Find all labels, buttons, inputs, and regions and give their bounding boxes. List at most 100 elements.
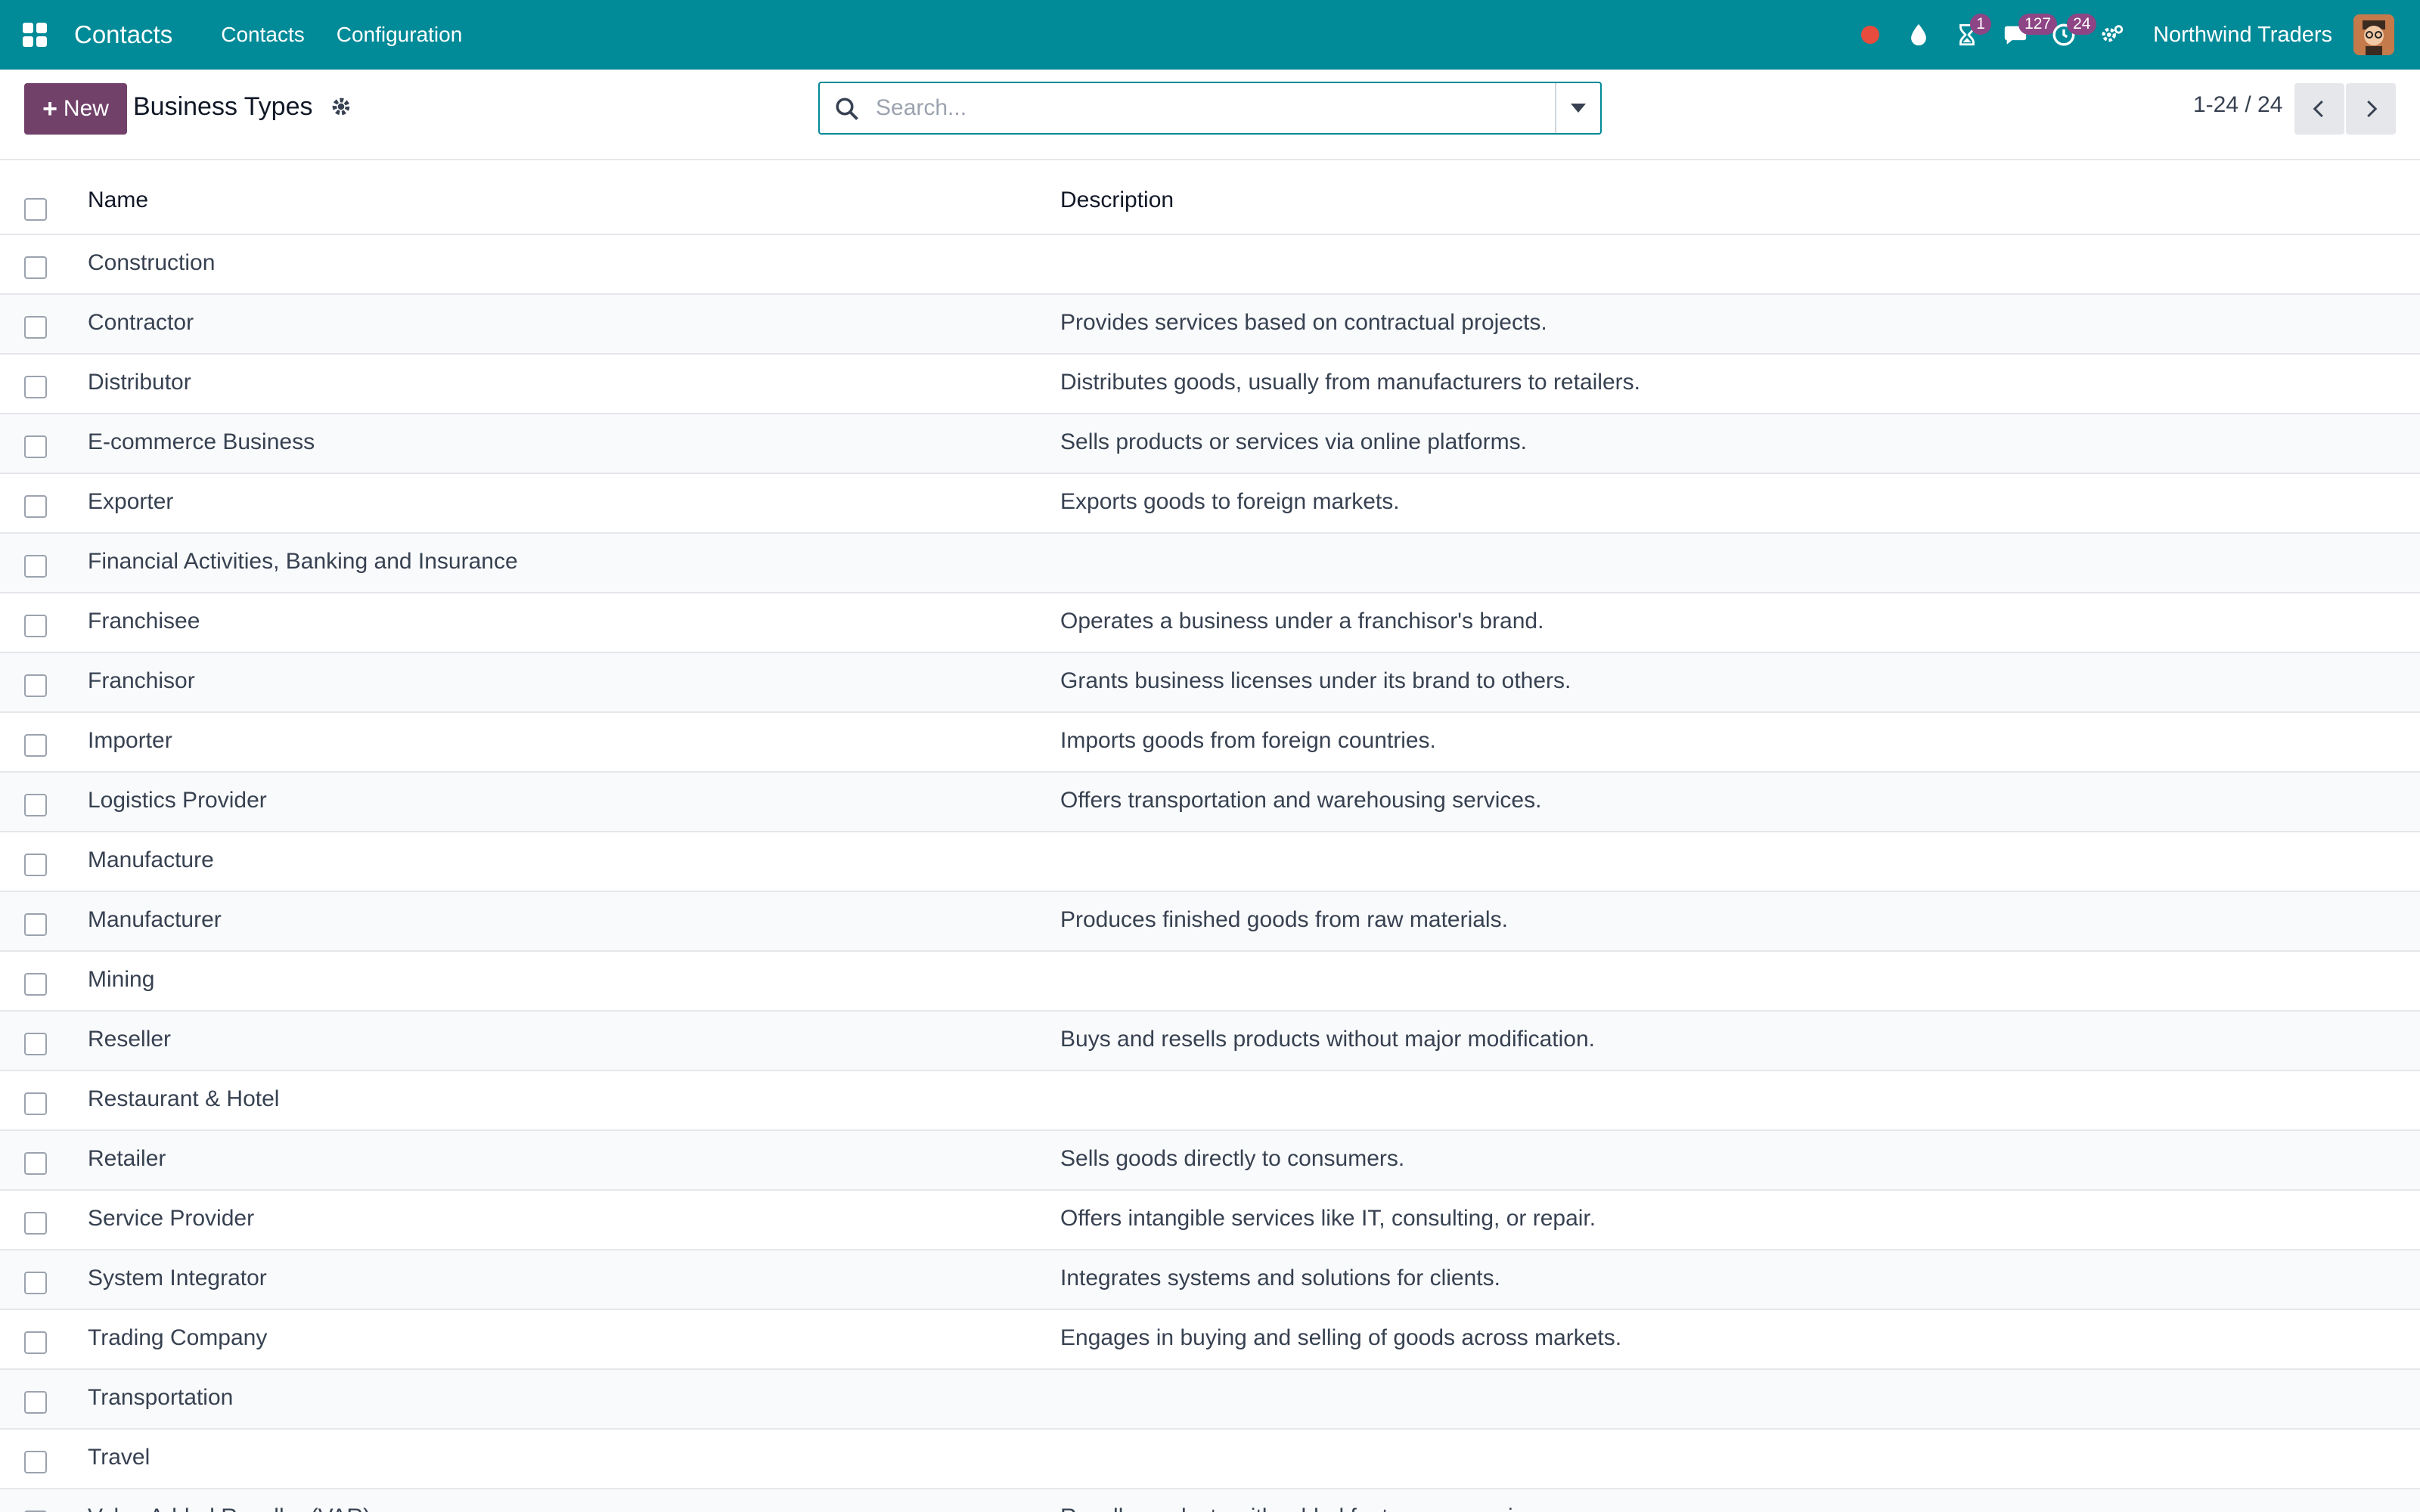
cell-description[interactable]: Offers intangible services like IT, cons… [1060,1206,1596,1232]
table-row[interactable]: Logistics Provider Offers transportation … [0,773,2420,832]
cell-description[interactable]: Operates a business under a franchisor's… [1060,609,1544,634]
cell-name[interactable]: E-commerce Business [88,429,315,455]
table-row[interactable]: Transportation [0,1370,2420,1430]
cell-name[interactable]: Logistics Provider [88,788,267,813]
cell-description[interactable]: Offers transportation and warehousing se… [1060,788,1541,813]
table-row[interactable]: Exporter Exports goods to foreign markets… [0,474,2420,534]
row-checkbox[interactable] [24,1451,47,1473]
table-row[interactable]: Value Added Reseller (VAR) Resells produc… [0,1489,2420,1512]
chat-icon[interactable]: 127 [1999,14,2058,51]
table-row[interactable]: System Integrator Integrates systems and … [0,1250,2420,1310]
cell-name[interactable]: Mining [88,967,154,993]
column-header-name[interactable]: Name [88,187,148,213]
cell-description[interactable]: Sells goods directly to consumers. [1060,1146,1404,1172]
cell-name[interactable]: Financial Activities, Banking and Insura… [88,549,518,575]
pager-previous-button[interactable] [2294,83,2344,135]
cell-name[interactable]: Exporter [88,489,173,515]
menu-contacts[interactable]: Contacts [221,23,305,47]
table-row[interactable]: E-commerce Business Sells products or ser… [0,414,2420,474]
table-row[interactable]: Construction [0,235,2420,295]
cell-description[interactable]: Integrates systems and solutions for cli… [1060,1266,1500,1291]
row-checkbox[interactable] [24,435,47,458]
cell-name[interactable]: Manufacturer [88,907,222,933]
search-input[interactable] [876,88,1526,129]
company-switcher[interactable]: Northwind Traders [2153,23,2332,48]
table-row[interactable]: Distributor Distributes goods, usually fr… [0,355,2420,414]
recording-dot-icon[interactable] [1854,18,1887,51]
search-options-toggle[interactable] [1555,83,1600,133]
cell-name[interactable]: Retailer [88,1146,166,1172]
row-checkbox[interactable] [24,854,47,876]
cell-description[interactable]: Exports goods to foreign markets. [1060,489,1400,515]
table-row[interactable]: Franchisee Operates a business under a fr… [0,593,2420,653]
row-checkbox[interactable] [24,376,47,398]
table-row[interactable]: Manufacturer Produces finished goods from… [0,892,2420,952]
table-row[interactable]: Reseller Buys and resells products withou… [0,1012,2420,1071]
cell-name[interactable]: Value Added Reseller (VAR) [88,1504,371,1512]
cell-description[interactable]: Imports goods from foreign countries. [1060,728,1436,754]
cell-description[interactable]: Sells products or services via online pl… [1060,429,1527,455]
row-checkbox[interactable] [24,256,47,279]
cell-name[interactable]: Importer [88,728,172,754]
row-checkbox[interactable] [24,555,47,578]
row-checkbox[interactable] [24,1272,47,1294]
table-row[interactable]: Restaurant & Hotel [0,1071,2420,1131]
cell-name[interactable]: Distributor [88,370,191,395]
table-row[interactable]: Importer Imports goods from foreign count… [0,713,2420,773]
cell-name[interactable]: Travel [88,1445,150,1470]
row-checkbox[interactable] [24,1331,47,1354]
row-checkbox[interactable] [24,1152,47,1175]
cell-name[interactable]: Manufacture [88,847,214,873]
cell-description[interactable]: Buys and resells products without major … [1060,1027,1595,1052]
pager-value[interactable]: 1-24 / 24 [2193,92,2282,118]
apps-grid-icon[interactable] [23,23,47,47]
cell-name[interactable]: Franchisee [88,609,200,634]
row-checkbox[interactable] [24,794,47,816]
row-checkbox[interactable] [24,1391,47,1414]
cell-description[interactable]: Produces finished goods from raw materia… [1060,907,1508,933]
cell-description[interactable]: Resells products with added features or … [1060,1504,1555,1512]
cell-name[interactable]: Restaurant & Hotel [88,1086,279,1112]
cell-name[interactable]: Transportation [88,1385,233,1411]
cell-name[interactable]: Construction [88,250,215,276]
cell-description[interactable]: Provides services based on contractual p… [1060,310,1547,336]
clock-icon[interactable]: 24 [2047,14,2097,51]
cell-description[interactable]: Distributes goods, usually from manufact… [1060,370,1640,395]
cell-name[interactable]: Trading Company [88,1325,267,1351]
row-checkbox[interactable] [24,674,47,697]
pager-next-button[interactable] [2346,83,2396,135]
app-name[interactable]: Contacts [74,20,172,49]
row-checkbox[interactable] [24,973,47,996]
new-button[interactable]: + New [24,83,127,135]
select-all-checkbox[interactable] [24,198,47,221]
cell-description[interactable]: Engages in buying and selling of goods a… [1060,1325,1621,1351]
search-bar[interactable] [818,82,1602,135]
cell-name[interactable]: Contractor [88,310,194,336]
table-row[interactable]: Mining [0,952,2420,1012]
settings-icon[interactable] [2096,18,2129,51]
row-checkbox[interactable] [24,615,47,637]
row-checkbox[interactable] [24,316,47,339]
hourglass-icon[interactable]: 1 [1950,14,1992,51]
cell-name[interactable]: Service Provider [88,1206,254,1232]
row-checkbox[interactable] [24,1212,47,1235]
table-row[interactable]: Retailer Sells goods directly to consumer… [0,1131,2420,1191]
table-row[interactable]: Service Provider Offers intangible servic… [0,1191,2420,1250]
row-checkbox[interactable] [24,913,47,936]
cell-name[interactable]: Franchisor [88,668,195,694]
table-row[interactable]: Financial Activities, Banking and Insura… [0,534,2420,593]
cell-name[interactable]: Reseller [88,1027,171,1052]
row-checkbox[interactable] [24,734,47,757]
table-row[interactable]: Travel [0,1430,2420,1489]
row-checkbox[interactable] [24,1033,47,1055]
cell-description[interactable]: Grants business licenses under its brand… [1060,668,1571,694]
table-row[interactable]: Trading Company Engages in buying and sel… [0,1310,2420,1370]
table-row[interactable]: Franchisor Grants business licenses under… [0,653,2420,713]
menu-configuration[interactable]: Configuration [337,23,463,47]
gear-icon[interactable] [328,94,354,119]
droplet-icon[interactable] [1902,18,1935,51]
table-row[interactable]: Manufacture [0,832,2420,892]
user-avatar[interactable] [2353,14,2394,55]
cell-name[interactable]: System Integrator [88,1266,267,1291]
column-header-description[interactable]: Description [1060,187,1174,213]
